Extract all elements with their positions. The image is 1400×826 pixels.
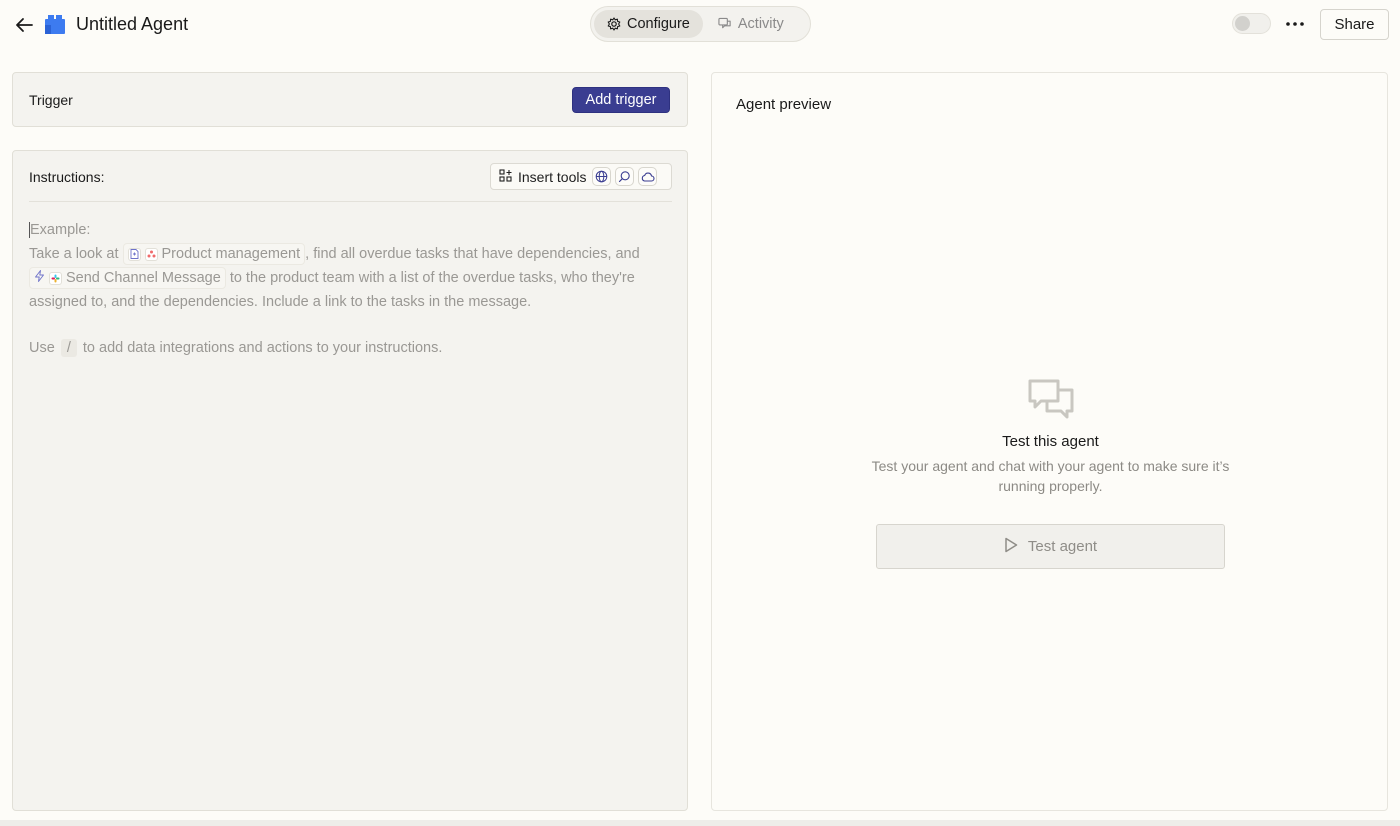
slack-icon	[49, 271, 62, 285]
chip-product-management-label: Product management	[161, 246, 301, 263]
example-body: Take a look at Product management , find…	[29, 242, 669, 314]
page-title: Untitled Agent	[76, 14, 189, 34]
example-text-1: Take a look at	[29, 246, 119, 262]
chat-bubbles-icon	[718, 17, 732, 31]
preview-empty-state: Test this agent Test your agent and chat…	[712, 378, 1389, 496]
insert-tools-label: Insert tools	[518, 168, 587, 185]
cloud-icon[interactable]	[638, 167, 658, 186]
play-icon	[1004, 537, 1018, 557]
tab-configure-label: Configure	[627, 16, 690, 32]
test-agent-button[interactable]: Test agent	[876, 524, 1225, 569]
agent-enabled-toggle[interactable]	[1232, 13, 1271, 34]
gear-icon	[607, 17, 621, 31]
tab-activity-label: Activity	[737, 16, 784, 32]
preview-title: Agent preview	[736, 96, 832, 113]
toggle-knob	[1235, 16, 1250, 31]
asana-icon	[144, 247, 158, 261]
divider	[29, 201, 672, 202]
lightning-icon	[34, 268, 45, 288]
share-button[interactable]: Share	[1320, 9, 1389, 40]
tab-configure[interactable]: Configure	[594, 10, 703, 38]
example-text-2: , find all overdue tasks that have depen…	[305, 246, 640, 262]
chip-send-channel-message-label: Send Channel Message	[66, 270, 221, 287]
chat-bubbles-icon	[1027, 378, 1075, 422]
search-icon[interactable]	[615, 167, 635, 186]
slash-key: /	[60, 339, 77, 357]
agent-logo-icon	[45, 14, 65, 34]
view-tabs: Configure Activity	[590, 6, 811, 42]
more-options-icon[interactable]	[1282, 12, 1308, 36]
globe-icon[interactable]	[592, 167, 612, 186]
example-title: Example:	[29, 222, 91, 238]
top-bar: Untitled Agent Configure Activity Share	[0, 0, 1400, 50]
chip-product-management: Product management	[122, 243, 306, 266]
insert-tools-button[interactable]: Insert tools	[499, 169, 586, 185]
test-agent-label: Test agent	[1027, 538, 1098, 555]
chip-send-channel-message: Send Channel Message	[29, 267, 226, 290]
add-trigger-button[interactable]: Add trigger	[572, 87, 670, 113]
empty-subtitle: Test your agent and chat with your agent…	[871, 458, 1230, 494]
empty-title: Test this agent	[1002, 433, 1099, 450]
hint-after: to add data integrations and actions to …	[82, 340, 443, 356]
trigger-section: Trigger Add trigger	[12, 72, 688, 127]
back-arrow-icon[interactable]	[12, 13, 36, 37]
agent-preview-panel: Agent preview Test this agent Test your …	[711, 72, 1388, 811]
instructions-section: Instructions: Insert tools Example: Take…	[12, 150, 688, 811]
tools-bar: Insert tools	[490, 163, 672, 190]
grid-plus-icon	[499, 168, 512, 185]
hint-before: Use	[29, 340, 55, 356]
trigger-label: Trigger	[29, 92, 73, 108]
bottom-scroll-strip	[0, 820, 1400, 826]
instructions-editor[interactable]: Example: Take a look at Product manageme…	[29, 218, 669, 360]
slash-hint: Use / to add data integrations and actio…	[29, 336, 669, 360]
document-icon	[127, 247, 141, 261]
instructions-label: Instructions:	[29, 169, 105, 185]
tab-activity[interactable]: Activity	[705, 10, 797, 38]
